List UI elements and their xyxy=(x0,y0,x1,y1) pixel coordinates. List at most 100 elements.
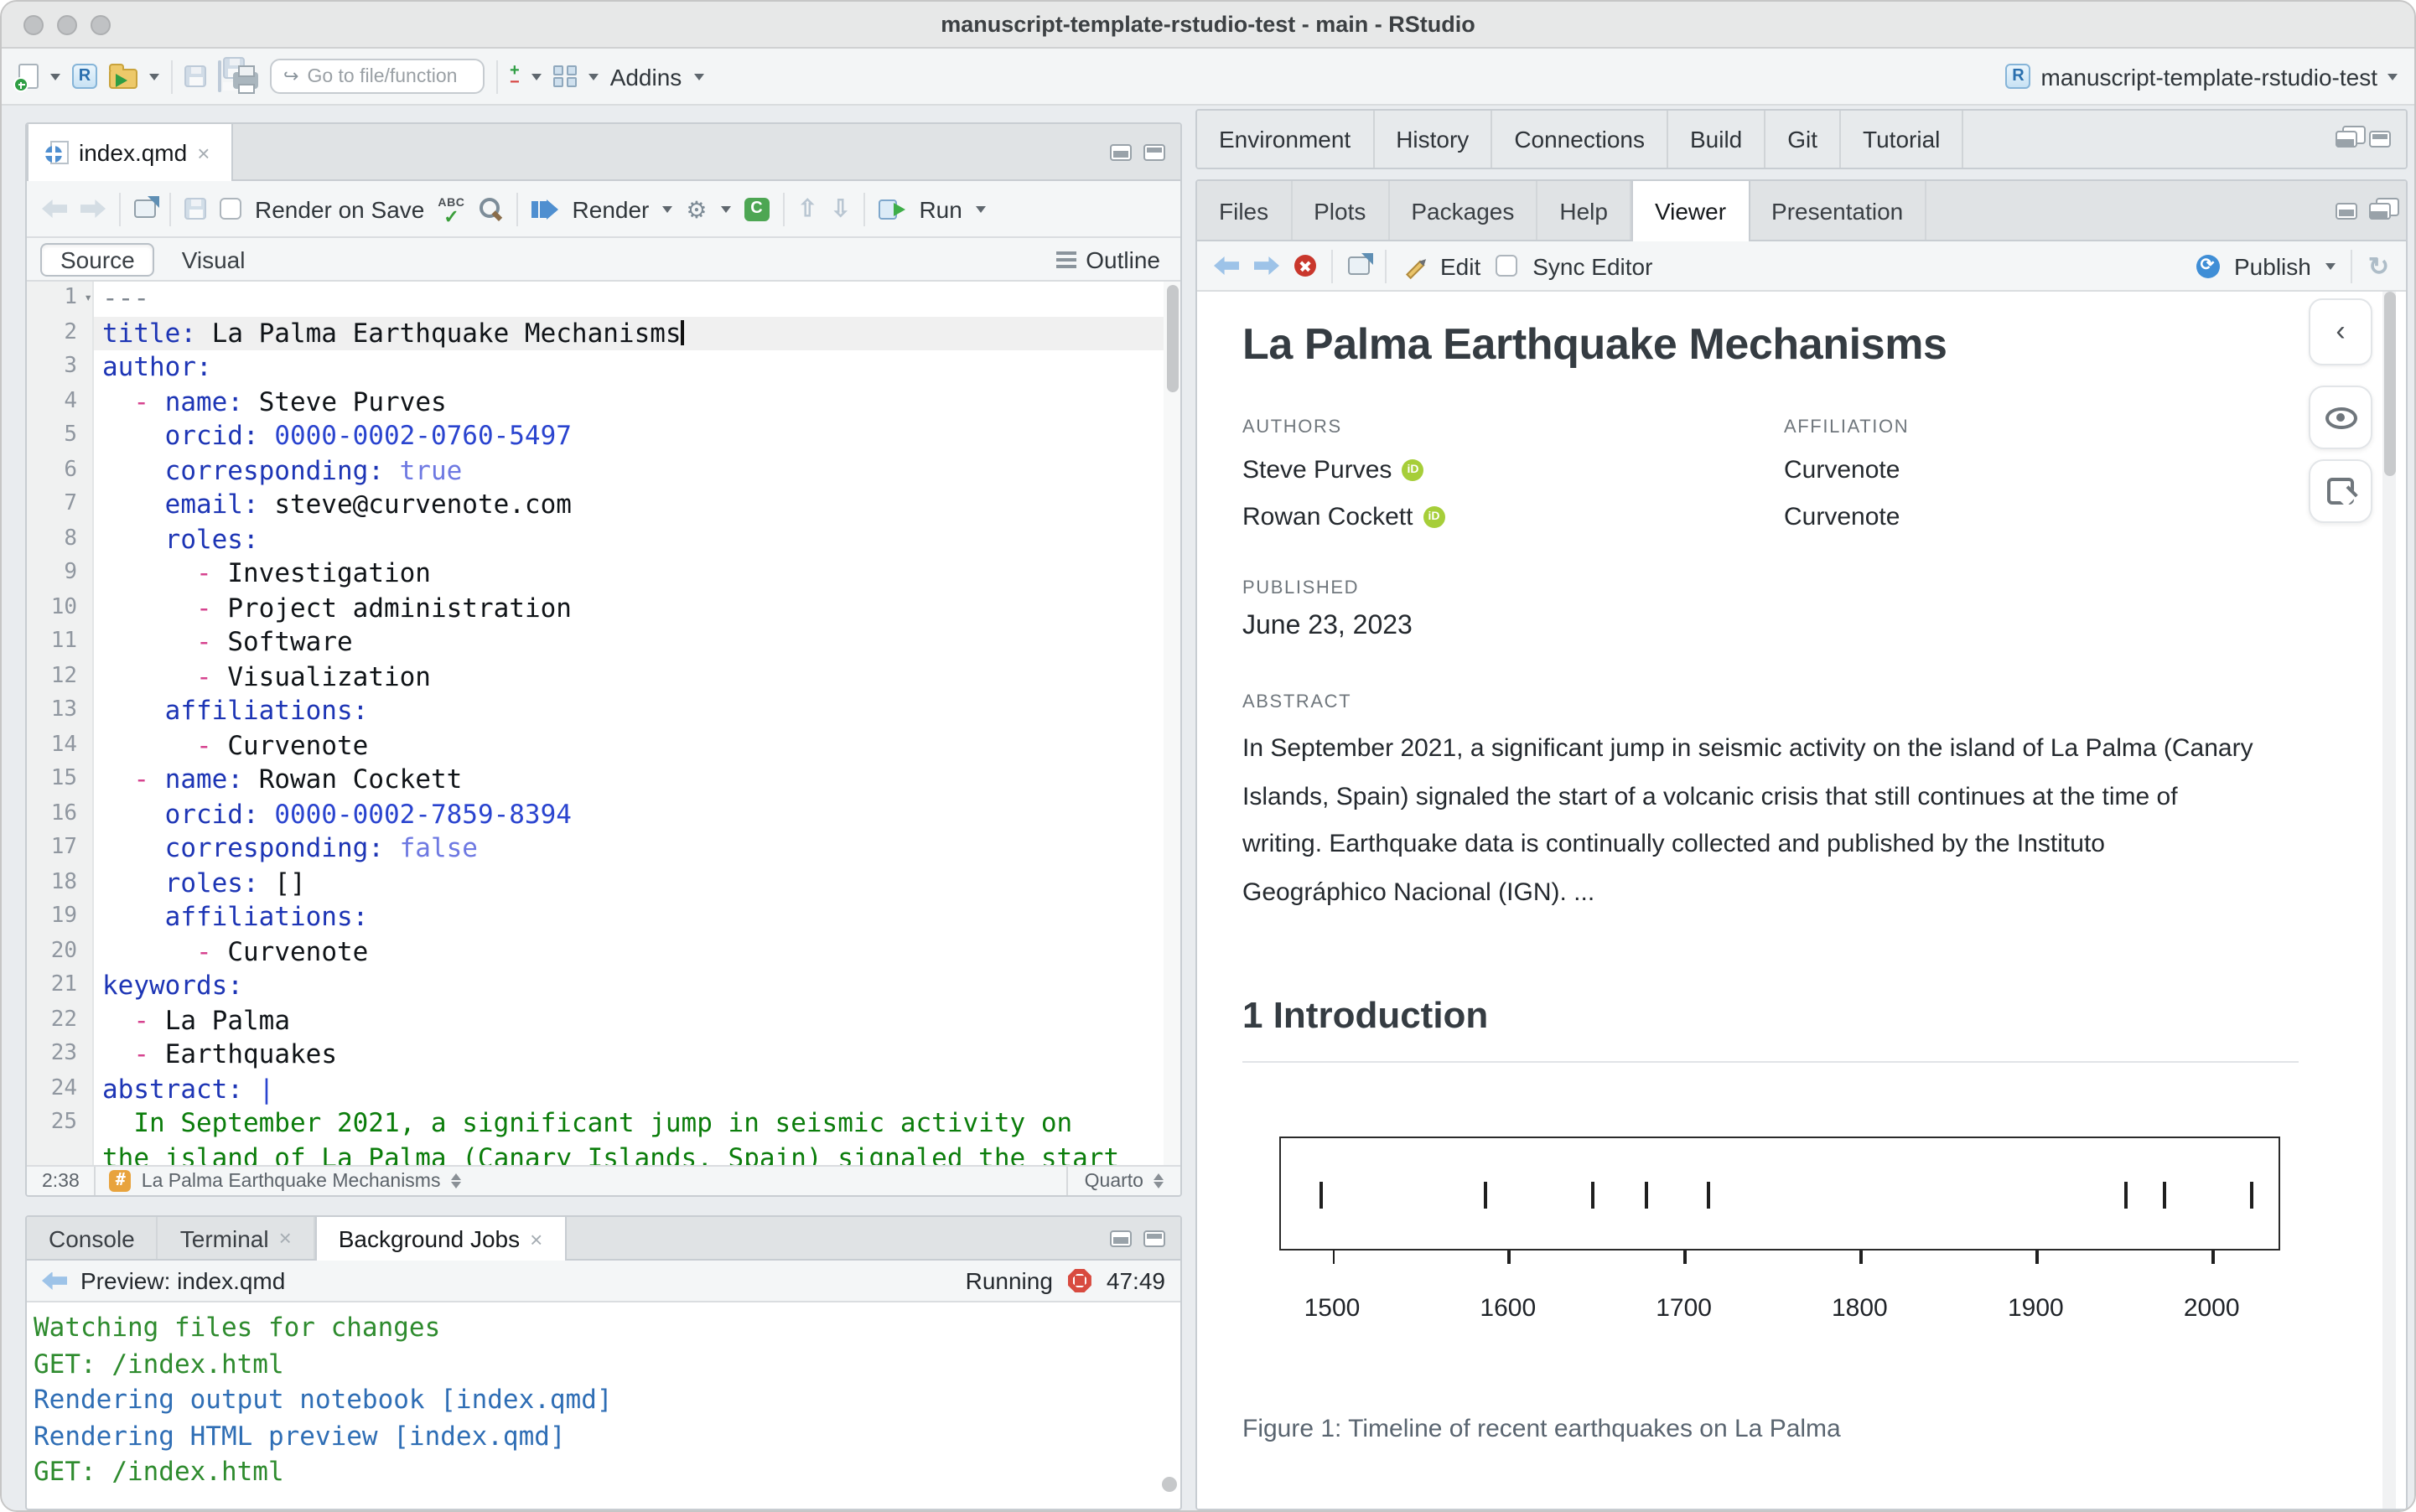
open-file-dropdown-caret[interactable] xyxy=(149,73,159,80)
open-in-browser-icon[interactable] xyxy=(1348,256,1370,275)
maximize-pane-icon[interactable] xyxy=(1143,1230,1165,1246)
run-icon[interactable] xyxy=(879,198,905,220)
goto-file-function-box[interactable]: ↪ xyxy=(270,59,485,94)
code-line[interactable]: 22 - La Palma xyxy=(27,1003,1180,1038)
fold-icon[interactable]: ▾ xyxy=(84,282,92,316)
stop-icon[interactable] xyxy=(1294,255,1316,277)
tab-terminal[interactable]: Terminal× xyxy=(158,1217,315,1259)
code-line[interactable]: 15 - name: Rowan Cockett xyxy=(27,763,1180,797)
code-line[interactable]: 11 - Software xyxy=(27,625,1180,660)
code-line[interactable]: 7 email: steve@curvenote.com xyxy=(27,488,1180,522)
console-scrollbar-thumb[interactable] xyxy=(1162,1477,1177,1492)
project-menu-button[interactable]: R manuscript-template-rstudio-test xyxy=(2006,63,2398,90)
gear-icon[interactable]: ⚙ xyxy=(686,197,707,220)
mode-visual-button[interactable]: Visual xyxy=(162,242,266,276)
code-line[interactable]: 13 affiliations: xyxy=(27,694,1180,728)
save-document-icon[interactable] xyxy=(184,198,206,220)
code-line[interactable]: the island of La Palma (Canary Islands, … xyxy=(27,1141,1180,1165)
run-dropdown-caret[interactable] xyxy=(976,205,986,212)
tab-help[interactable]: Help xyxy=(1537,181,1631,240)
insert-chunk-icon[interactable]: C xyxy=(744,197,770,220)
render-button[interactable]: Render xyxy=(573,195,650,222)
code-line[interactable]: 18 roles: [] xyxy=(27,866,1180,900)
code-line[interactable]: 1▾--- xyxy=(27,282,1180,316)
open-new-window-icon[interactable] xyxy=(134,199,156,218)
workspace-panes-icon[interactable] xyxy=(553,65,577,87)
close-icon[interactable]: × xyxy=(279,1225,292,1251)
tab-packages[interactable]: Packages xyxy=(1389,181,1537,240)
code-line[interactable]: 5 orcid: 0000-0002-0760-5497 xyxy=(27,419,1180,453)
code-editor[interactable]: 1▾---2title: La Palma Earthquake Mechani… xyxy=(27,282,1180,1165)
new-file-icon[interactable] xyxy=(18,64,39,89)
code-line[interactable]: 20 - Curvenote xyxy=(27,935,1180,969)
goto-file-function-input[interactable] xyxy=(307,66,471,86)
sync-editor-checkbox[interactable] xyxy=(1496,255,1517,277)
back-icon[interactable] xyxy=(42,1271,67,1290)
workspace-panes-dropdown-caret[interactable] xyxy=(588,73,599,80)
code-line[interactable]: 14 - Curvenote xyxy=(27,728,1180,763)
edit-button[interactable]: Edit xyxy=(1440,252,1480,279)
new-project-icon[interactable]: R xyxy=(72,64,97,89)
restore-pane-icon[interactable] xyxy=(2336,131,2357,148)
save-icon[interactable] xyxy=(184,65,206,87)
minimize-pane-icon[interactable] xyxy=(1110,1230,1132,1246)
refresh-icon[interactable]: ↻ xyxy=(2368,251,2389,281)
previous-chunk-icon[interactable]: ⇧ xyxy=(798,194,817,223)
forward-icon[interactable] xyxy=(80,199,106,218)
tab-files[interactable]: Files xyxy=(1197,181,1292,240)
version-control-dropdown-caret[interactable] xyxy=(531,73,542,80)
edit-icon[interactable] xyxy=(1406,260,1424,278)
addins-menu[interactable]: Addins xyxy=(610,63,682,90)
render-on-save-checkbox[interactable] xyxy=(220,198,241,220)
code-line[interactable]: 24abstract: | xyxy=(27,1072,1180,1106)
code-line[interactable]: 6 corresponding: true xyxy=(27,453,1180,488)
render-dropdown-caret[interactable] xyxy=(662,205,672,212)
code-line[interactable]: 16 orcid: 0000-0002-7859-8394 xyxy=(27,797,1180,831)
code-line[interactable]: 9 - Investigation xyxy=(27,557,1180,591)
addins-dropdown-caret[interactable] xyxy=(693,73,703,80)
back-icon[interactable] xyxy=(1214,256,1239,275)
tab-connections[interactable]: Connections xyxy=(1492,111,1668,168)
tab-build[interactable]: Build xyxy=(1668,111,1765,168)
format-menu[interactable]: Quarto xyxy=(1066,1167,1180,1195)
save-all-icon[interactable] xyxy=(218,61,221,91)
next-chunk-icon[interactable]: ⇩ xyxy=(831,194,850,223)
close-icon[interactable]: × xyxy=(197,140,210,165)
code-line[interactable]: 21keywords: xyxy=(27,969,1180,1003)
tab-presentation[interactable]: Presentation xyxy=(1750,181,1926,240)
code-line[interactable]: 25 In September 2021, a significant jump… xyxy=(27,1106,1180,1141)
minimize-pane-icon[interactable] xyxy=(1110,143,1132,160)
tab-console[interactable]: Console xyxy=(27,1217,158,1259)
code-line[interactable]: 8 roles: xyxy=(27,522,1180,557)
maximize-pane-icon[interactable] xyxy=(1143,143,1165,160)
code-line[interactable]: 3author: xyxy=(27,350,1180,385)
new-file-dropdown-caret[interactable] xyxy=(50,73,60,80)
spellcheck-icon[interactable]: ABC ✓ xyxy=(438,197,464,224)
publish-button[interactable]: Publish xyxy=(2234,252,2311,279)
outline-toggle[interactable]: Outline xyxy=(1055,246,1167,272)
code-line[interactable]: 17 corresponding: false xyxy=(27,831,1180,866)
tab-background-jobs[interactable]: Background Jobs× xyxy=(315,1217,567,1261)
print-icon[interactable] xyxy=(233,71,258,88)
publish-dropdown-caret[interactable] xyxy=(2326,262,2336,269)
code-line[interactable]: 19 affiliations: xyxy=(27,900,1180,935)
annotation-button[interactable] xyxy=(2309,459,2372,523)
back-icon[interactable] xyxy=(42,199,67,218)
restore-pane-icon[interactable] xyxy=(2369,202,2391,219)
close-icon[interactable]: × xyxy=(530,1226,542,1251)
tab-environment[interactable]: Environment xyxy=(1197,111,1374,168)
code-line[interactable]: 12 - Visualization xyxy=(27,660,1180,694)
code-line[interactable]: 10 - Project administration xyxy=(27,591,1180,625)
viewer-scrollbar[interactable] xyxy=(2382,292,2396,1509)
forward-icon[interactable] xyxy=(1254,256,1279,275)
version-control-icon[interactable]: + − xyxy=(510,65,520,88)
code-line[interactable]: 4 - name: Steve Purves xyxy=(27,385,1180,419)
gear-dropdown-caret[interactable] xyxy=(721,205,731,212)
tab-plots[interactable]: Plots xyxy=(1292,181,1389,240)
section-jump-menu[interactable]: # La Palma Earthquake Mechanisms xyxy=(95,1167,1066,1195)
editor-scrollbar[interactable] xyxy=(1164,282,1180,1165)
mode-source-button[interactable]: Source xyxy=(40,242,155,276)
code-line[interactable]: 2title: La Palma Earthquake Mechanisms xyxy=(27,316,1180,350)
collapse-panel-button[interactable]: ‹ xyxy=(2309,298,2372,365)
tab-viewer[interactable]: Viewer xyxy=(1631,181,1750,241)
